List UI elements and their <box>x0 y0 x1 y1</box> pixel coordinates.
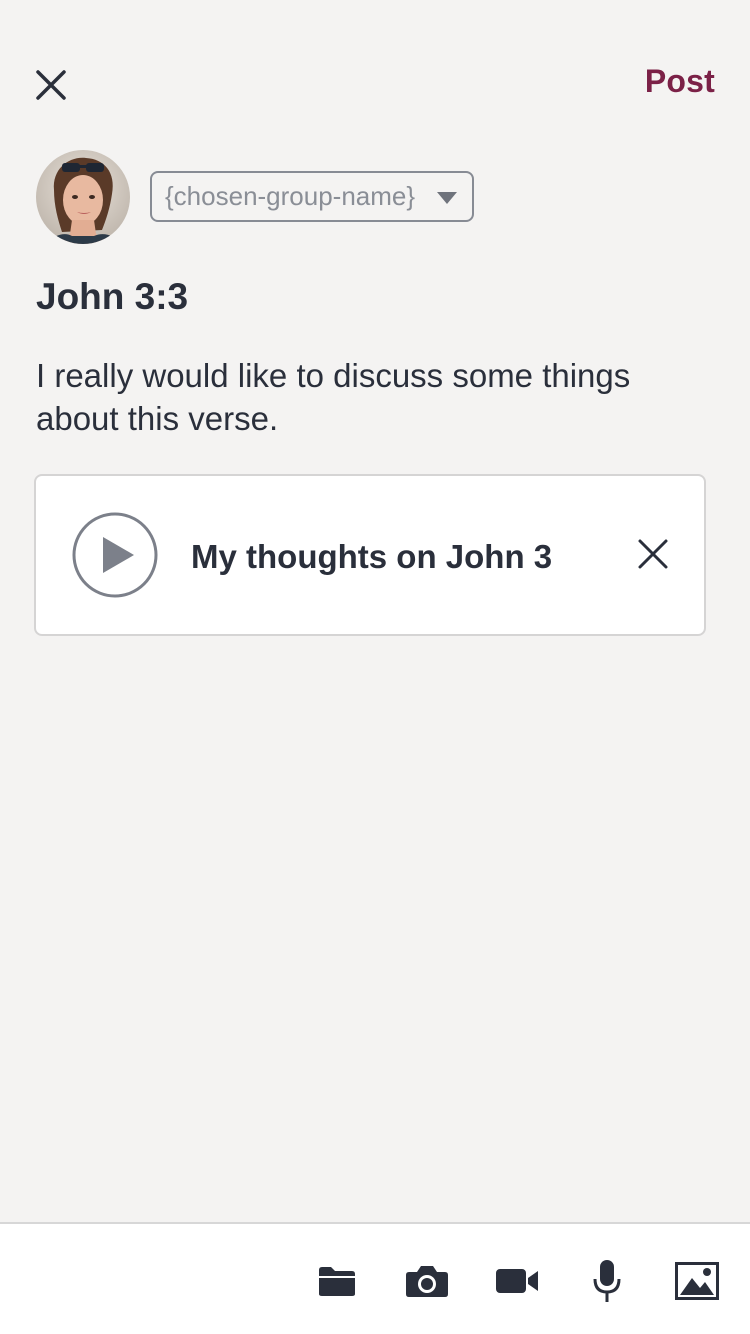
compose-post-screen: Post {chosen-group-name} John 3:3 I real… <box>0 0 750 1334</box>
record-audio-button[interactable] <box>584 1258 630 1304</box>
video-button[interactable] <box>494 1258 540 1304</box>
camera-icon <box>406 1266 448 1297</box>
image-icon <box>675 1262 719 1300</box>
camera-button[interactable] <box>404 1258 450 1304</box>
attach-file-button[interactable] <box>314 1258 360 1304</box>
close-button[interactable] <box>30 64 72 106</box>
avatar <box>36 150 130 244</box>
play-button[interactable] <box>72 512 158 598</box>
group-select[interactable]: {chosen-group-name} <box>150 171 474 222</box>
group-select-value: {chosen-group-name} <box>165 181 416 211</box>
remove-attachment-button[interactable] <box>636 537 670 571</box>
attachment-title: My thoughts on John 3 <box>191 538 553 575</box>
folder-icon <box>319 1267 355 1296</box>
video-camera-icon <box>496 1269 538 1293</box>
close-icon <box>638 539 668 569</box>
attach-image-button[interactable] <box>674 1258 720 1304</box>
microphone-icon <box>593 1260 621 1302</box>
close-icon <box>36 70 66 100</box>
audio-attachment-card: My thoughts on John 3 <box>34 474 706 636</box>
post-body[interactable]: I really would like to discuss some thin… <box>36 354 696 440</box>
caret-down-icon <box>437 192 457 204</box>
attachment-toolbar <box>0 1222 750 1334</box>
play-icon <box>72 512 158 598</box>
post-title[interactable]: John 3:3 <box>36 276 188 318</box>
post-button[interactable]: Post <box>645 63 715 100</box>
